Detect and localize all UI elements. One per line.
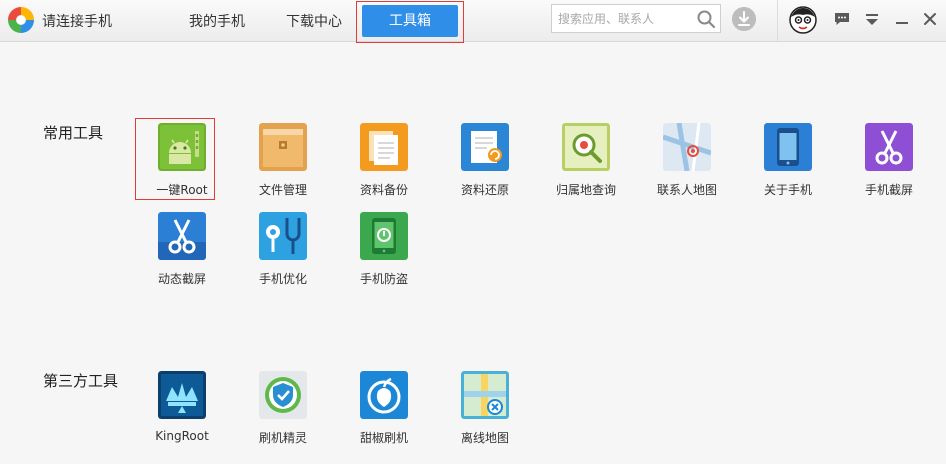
tool-label: 手机防盗: [359, 272, 408, 286]
section-title-third-party-tools: 第三方工具: [43, 372, 119, 390]
tool-about-phone[interactable]: 关于手机: [743, 123, 833, 203]
scissors-icon: [865, 123, 913, 171]
tab-toolbox[interactable]: 工具箱: [362, 5, 458, 37]
close-icon[interactable]: [921, 10, 939, 28]
tool-label: 甜椒刷机: [359, 431, 408, 445]
tab-my-phone[interactable]: 我的手机: [189, 11, 245, 31]
menu-dropdown-icon[interactable]: [863, 10, 881, 28]
scissors-icon: [158, 212, 206, 260]
phone-icon: [764, 123, 812, 171]
search-input[interactable]: [552, 5, 692, 32]
tool-label: 动态截屏: [157, 272, 206, 286]
tool-pepper-flash[interactable]: 甜椒刷机: [339, 371, 429, 451]
tool-kingroot[interactable]: KingRoot: [137, 371, 227, 451]
download-icon[interactable]: [732, 7, 756, 31]
shield-icon: [259, 371, 307, 419]
tool-dynamic-screenshot[interactable]: 动态截屏: [137, 212, 227, 292]
tool-label: 关于手机: [763, 183, 812, 197]
tool-phone-optimize[interactable]: 手机优化: [238, 212, 328, 292]
tool-label: 资料还原: [460, 183, 509, 197]
tool-phone-anti-theft[interactable]: 手机防盗: [339, 212, 429, 292]
kingroot-icon: [158, 371, 206, 419]
tool-one-click-root[interactable]: 一键Root: [135, 118, 227, 203]
minimize-icon[interactable]: [893, 10, 911, 28]
tool-label: 文件管理: [258, 183, 307, 197]
pepper-flash-icon: [360, 371, 408, 419]
tool-label: 资料备份: [359, 183, 408, 197]
tool-offline-map[interactable]: 离线地图: [440, 371, 530, 451]
restore-document-icon: [461, 123, 509, 171]
location-search-icon: [562, 123, 610, 171]
tool-label: 手机优化: [258, 272, 307, 286]
avatar-icon[interactable]: [789, 6, 817, 34]
tool-data-restore[interactable]: 资料还原: [440, 123, 530, 203]
tool-file-manager[interactable]: 文件管理: [238, 123, 328, 203]
tool-location-lookup[interactable]: 归属地查询: [541, 123, 631, 203]
folder-icon: [259, 123, 307, 171]
app-logo-icon: [7, 6, 35, 34]
top-bar: 请连接手机 我的手机 下载中心 工具箱: [0, 0, 946, 43]
tool-label: 离线地图: [460, 431, 509, 445]
documents-icon: [360, 123, 408, 171]
tool-phone-screenshot[interactable]: 手机截屏: [844, 123, 934, 203]
tool-label: KingRoot: [155, 429, 209, 443]
tool-label: 归属地查询: [555, 183, 616, 197]
tool-label: 一键Root: [156, 183, 208, 197]
app-title: 请连接手机: [42, 14, 112, 30]
tool-label: 联系人地图: [656, 183, 717, 197]
stethoscope-icon: [259, 212, 307, 260]
contact-map-icon: [663, 123, 711, 171]
search-icon[interactable]: [696, 9, 716, 29]
search-box: [551, 4, 721, 33]
tool-label: 刷机精灵: [258, 431, 307, 445]
tool-data-backup[interactable]: 资料备份: [339, 123, 429, 203]
tool-flash-wizard[interactable]: 刷机精灵: [238, 371, 328, 451]
tab-toolbox-highlight: 工具箱: [356, 1, 464, 43]
tool-label: 手机截屏: [864, 183, 913, 197]
message-icon[interactable]: [833, 10, 851, 28]
android-root-icon: [158, 123, 206, 171]
toolbar-divider: [777, 0, 778, 42]
tab-download-center[interactable]: 下载中心: [286, 11, 342, 31]
offline-map-icon: [461, 371, 509, 419]
tool-contact-map[interactable]: 联系人地图: [642, 123, 732, 203]
section-title-common-tools: 常用工具: [43, 124, 104, 142]
anti-theft-icon: [360, 212, 408, 260]
